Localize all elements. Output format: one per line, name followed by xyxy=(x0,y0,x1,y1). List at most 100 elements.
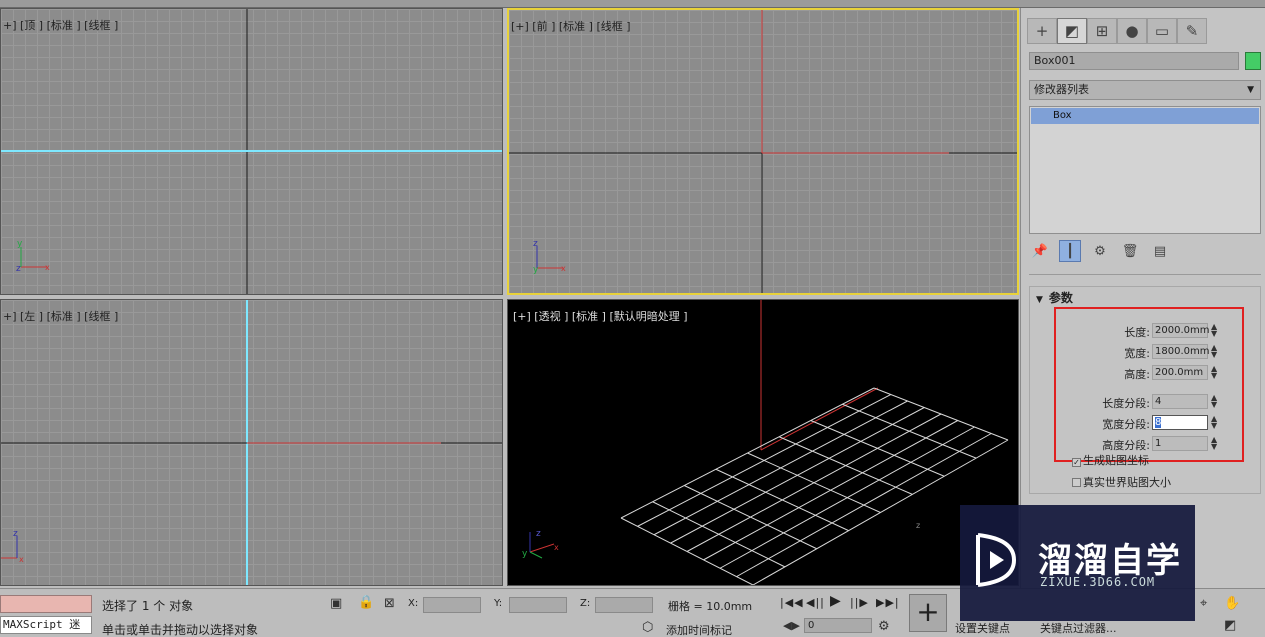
set-key-button[interactable]: + xyxy=(909,594,947,632)
svg-text:x: x xyxy=(561,264,566,273)
go-to-start-icon[interactable]: |◀◀ xyxy=(780,596,804,609)
checkbox-checked-icon: ✓ xyxy=(1072,458,1081,467)
grid-size: 栅格 = 10.0mm xyxy=(668,600,753,613)
svg-text:z: z xyxy=(536,529,541,539)
viewport-perspective-label[interactable]: [+] [透视 ] [标准 ] [默认明暗处理 ] xyxy=(513,308,688,324)
svg-text:z: z xyxy=(533,239,538,249)
key-filters-button[interactable]: 关键点过滤器... xyxy=(1040,620,1117,636)
collapse-icon: ▼ xyxy=(1036,295,1043,305)
highlight-annotation-box xyxy=(1054,307,1244,462)
pan-view-icon[interactable]: ✋ xyxy=(1224,596,1240,611)
viewport-perspective[interactable]: z z y x [+] [透视 ] [标准 ] [默认明暗处理 ] xyxy=(507,299,1019,586)
object-color-swatch[interactable] xyxy=(1245,52,1261,70)
maxscript-listener-output[interactable] xyxy=(0,595,92,613)
svg-text:x: x xyxy=(19,555,24,564)
viewport-front-canvas: x z y xyxy=(509,10,1017,293)
create-icon[interactable]: + xyxy=(1027,18,1057,44)
gen-mapping-checkbox[interactable]: ✓ 生成贴图坐标 xyxy=(1072,452,1149,468)
real-world-checkbox[interactable]: 真实世界贴图大小 xyxy=(1072,474,1171,490)
svg-text:y: y xyxy=(17,239,23,249)
go-to-end-icon[interactable]: ▶▶| xyxy=(876,596,900,609)
rollout-title[interactable]: ▼ 参数 xyxy=(1036,289,1073,306)
time-tag-icon[interactable]: ⬡ xyxy=(642,620,653,635)
svg-text:z: z xyxy=(13,529,18,539)
absolute-mode-icon[interactable]: ⊠ xyxy=(384,596,395,611)
wire-line xyxy=(842,403,977,459)
wire-line xyxy=(873,387,1009,441)
remove-modifier-icon[interactable]: 🗑 xyxy=(1119,240,1141,262)
maximize-viewport-icon[interactable]: ◩ xyxy=(1224,618,1236,633)
stack-toolbar: 📌 ┃ ⚙ 🗑 ▤ xyxy=(1029,240,1171,262)
svg-text:z: z xyxy=(916,521,920,530)
maxscript-mini-listener[interactable]: MAXScript 迷 xyxy=(0,616,92,634)
z-label: Z: xyxy=(580,598,591,609)
viewport-top-canvas: x y z xyxy=(1,9,502,294)
lock-selection-icon[interactable]: 🔒 xyxy=(358,595,374,610)
wire-line xyxy=(715,468,849,532)
utilities-icon[interactable]: ✎ xyxy=(1177,18,1207,44)
wire-line xyxy=(652,501,786,568)
zoom-extents-icon[interactable]: ⌖ xyxy=(1200,596,1207,611)
watermark-url: ZIXUE.3D66.COM xyxy=(1040,575,1156,589)
command-panel-tabs: + ◩ ⊞ ● ▭ ✎ xyxy=(1027,18,1207,44)
watermark: 溜溜自学 ZIXUE.3D66.COM xyxy=(960,505,1195,621)
svg-text:y: y xyxy=(522,549,528,559)
show-end-result-icon[interactable]: ┃ xyxy=(1059,240,1081,262)
display-icon[interactable]: ▭ xyxy=(1147,18,1177,44)
svg-text:x: x xyxy=(45,263,50,272)
modifier-stack[interactable]: Box xyxy=(1029,106,1261,234)
perspective-grid-plane: z z y x xyxy=(522,300,1009,585)
hierarchy-icon[interactable]: ⊞ xyxy=(1087,18,1117,44)
next-frame-icon[interactable]: ||▶ xyxy=(850,596,869,609)
modifier-list-label: 修改器列表 xyxy=(1034,83,1089,96)
wire-line xyxy=(684,485,817,550)
watermark-logo xyxy=(976,533,1017,587)
time-config-arrows-icon[interactable]: ◀▶ xyxy=(783,619,800,632)
viewport-left-canvas: z x xyxy=(1,300,502,585)
command-panel: + ◩ ⊞ ● ▭ ✎ Box001 修改器列表 ▼ Box 📌 ┃ ⚙ 🗑 ▤… xyxy=(1020,8,1265,588)
viewport-top[interactable]: x y z +] [顶 ] [标准 ] [线框 ] xyxy=(0,8,503,295)
real-world-label: 真实世界贴图大小 xyxy=(1083,476,1171,489)
z-coordinate-field[interactable] xyxy=(595,597,653,613)
viewport-top-label[interactable]: +] [顶 ] [标准 ] [线框 ] xyxy=(3,17,118,33)
viewport-left[interactable]: z x +] [左 ] [标准 ] [线框 ] xyxy=(0,299,503,586)
viewport-front-label[interactable]: [+] [前 ] [标准 ] [线框 ] xyxy=(511,18,631,34)
modify-icon[interactable]: ◩ xyxy=(1057,18,1087,44)
selection-status: 选择了 1 个 对象 xyxy=(102,599,194,613)
checkbox-icon xyxy=(1072,478,1081,487)
motion-icon[interactable]: ● xyxy=(1117,18,1147,44)
main-toolbar[interactable] xyxy=(0,0,1265,8)
modifier-list-dropdown[interactable]: 修改器列表 ▼ xyxy=(1029,80,1261,100)
y-coordinate-field[interactable] xyxy=(509,597,567,613)
wire-line xyxy=(747,452,881,513)
chevron-down-icon: ▼ xyxy=(1247,85,1254,95)
current-frame-field[interactable]: 0 xyxy=(804,618,872,633)
x-coordinate-field[interactable] xyxy=(423,597,481,613)
viewport-left-label[interactable]: +] [左 ] [标准 ] [线框 ] xyxy=(3,308,118,324)
play-icon[interactable]: ▶ xyxy=(830,593,842,609)
divider xyxy=(1029,274,1261,276)
svg-text:y: y xyxy=(533,265,539,275)
y-label: Y: xyxy=(494,598,503,609)
gen-mapping-label: 生成贴图坐标 xyxy=(1083,454,1149,467)
x-label: X: xyxy=(408,598,419,609)
viewport-front[interactable]: x z y [+] [前 ] [标准 ] [线框 ] xyxy=(507,8,1019,295)
wire-line xyxy=(810,420,945,477)
isolate-selection-icon[interactable]: ▣ xyxy=(330,596,342,611)
previous-frame-icon[interactable]: ◀|| xyxy=(806,596,825,609)
app-window: x y z +] [顶 ] [标准 ] [线框 ] x z y [+] [前 ]… xyxy=(0,0,1265,637)
configure-modifier-sets-icon[interactable]: ▤ xyxy=(1149,240,1171,262)
stack-item-box[interactable]: Box xyxy=(1031,108,1259,124)
set-keys-label[interactable]: 设置关键点 xyxy=(955,620,1010,636)
wire-line xyxy=(620,517,754,585)
add-time-tag[interactable]: 添加时间标记 xyxy=(666,622,732,637)
svg-text:z: z xyxy=(16,264,21,274)
time-configuration-icon[interactable]: ⚙ xyxy=(878,619,890,634)
svg-text:x: x xyxy=(554,543,559,552)
make-unique-icon[interactable]: ⚙ xyxy=(1089,240,1111,262)
rollout-title-label: 参数 xyxy=(1048,291,1073,305)
object-name-field[interactable]: Box001 xyxy=(1029,52,1239,70)
pin-stack-icon[interactable]: 📌 xyxy=(1029,240,1051,262)
wire-line xyxy=(778,436,913,495)
prompt-line: 单击或单击并拖动以选择对象 xyxy=(102,623,259,637)
